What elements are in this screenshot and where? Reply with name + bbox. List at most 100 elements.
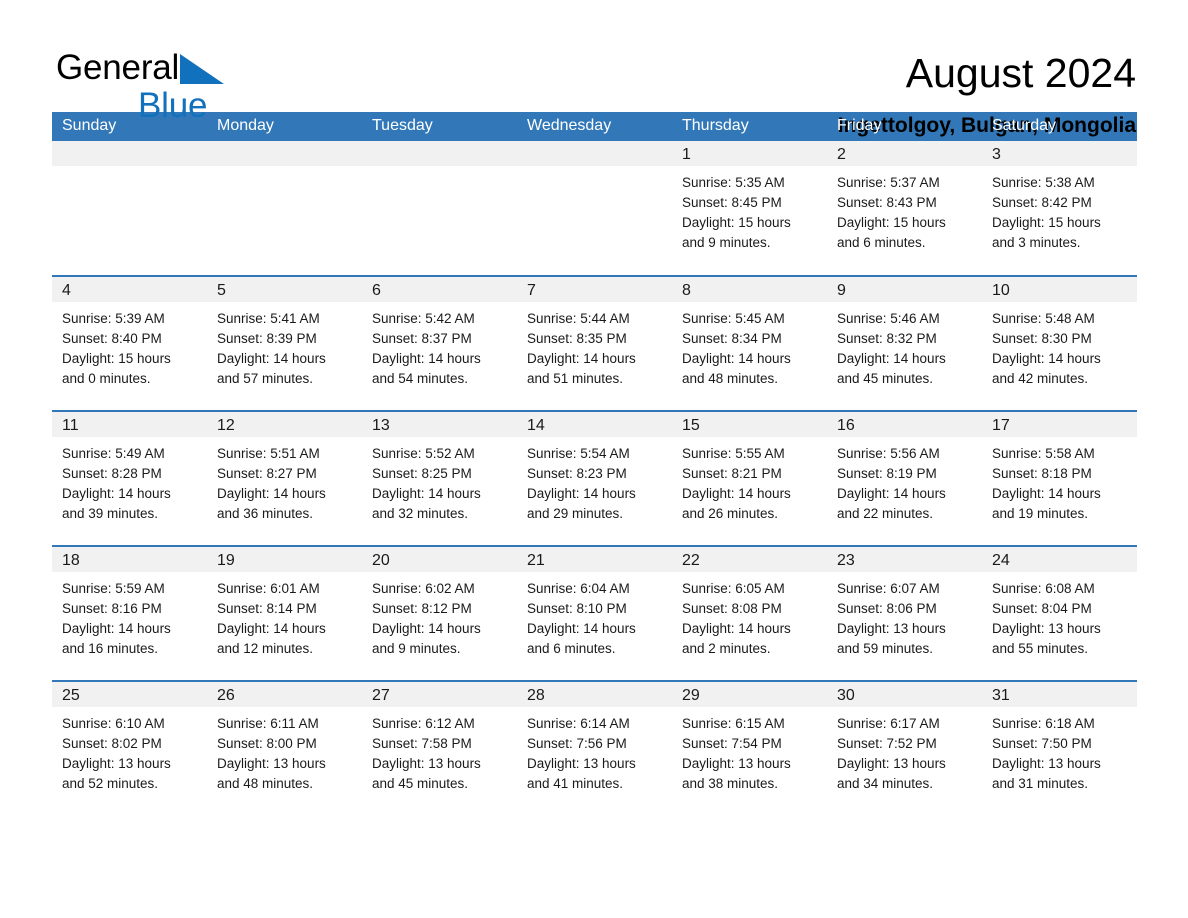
weekday-header-tuesday: Tuesday <box>362 112 517 141</box>
day-detail-line: Sunset: 7:50 PM <box>992 736 1092 751</box>
calendar-day-cell[interactable]: 17 Sunrise: 5:58 AM Sunset: 8:18 PM Dayligh… <box>982 410 1137 546</box>
title-block: August 2024 Ingettolgoy, Bulgan, Mongoli… <box>838 46 1136 140</box>
day-number: 28 <box>517 682 672 707</box>
day-number: 11 <box>52 412 207 437</box>
day-detail-line: Sunset: 8:40 PM <box>62 331 162 346</box>
calendar-day-cell[interactable]: 13 Sunrise: 5:52 AM Sunset: 8:25 PM Dayligh… <box>362 410 517 546</box>
day-details <box>517 166 672 173</box>
calendar-day-cell[interactable]: 20 Sunrise: 6:02 AM Sunset: 8:12 PM Dayligh… <box>362 545 517 681</box>
calendar-week-row: 4 Sunrise: 5:39 AM Sunset: 8:40 PM Daylight… <box>52 275 1137 411</box>
day-details: Sunrise: 5:42 AM Sunset: 8:37 PM Daylight:… <box>362 302 517 389</box>
day-detail-line: Sunset: 8:45 PM <box>682 195 782 210</box>
calendar-day-cell[interactable]: 1 Sunrise: 5:35 AM Sunset: 8:45 PM Daylight… <box>672 141 827 276</box>
calendar-day-cell <box>517 141 672 276</box>
day-detail-line: Sunrise: 5:55 AM <box>682 446 785 461</box>
day-detail-line: Sunrise: 6:10 AM <box>62 716 165 731</box>
calendar-day-cell[interactable]: 4 Sunrise: 5:39 AM Sunset: 8:40 PM Daylight… <box>52 275 207 411</box>
day-cell-inner: 2 Sunrise: 5:37 AM Sunset: 8:43 PM Daylight… <box>827 141 982 274</box>
day-cell-inner: 13 Sunrise: 5:52 AM Sunset: 8:25 PM Dayligh… <box>362 412 517 545</box>
day-number: 17 <box>982 412 1137 437</box>
day-detail-line: and 34 minutes. <box>837 776 934 791</box>
calendar-day-cell[interactable]: 19 Sunrise: 6:01 AM Sunset: 8:14 PM Dayligh… <box>207 545 362 681</box>
day-detail-line: Sunrise: 6:08 AM <box>992 581 1095 596</box>
calendar-day-cell[interactable]: 16 Sunrise: 5:56 AM Sunset: 8:19 PM Dayligh… <box>827 410 982 546</box>
weekday-header-wednesday: Wednesday <box>517 112 672 141</box>
day-cell-inner: 3 Sunrise: 5:38 AM Sunset: 8:42 PM Daylight… <box>982 141 1137 274</box>
day-number: 9 <box>827 277 982 302</box>
day-detail-line: Daylight: 13 hours <box>527 756 636 771</box>
day-number: 10 <box>982 277 1137 302</box>
day-cell-inner: 4 Sunrise: 5:39 AM Sunset: 8:40 PM Daylight… <box>52 277 207 410</box>
day-detail-line: Sunrise: 5:46 AM <box>837 311 940 326</box>
calendar-day-cell[interactable]: 30 Sunrise: 6:17 AM Sunset: 7:52 PM Dayligh… <box>827 680 982 816</box>
calendar-day-cell[interactable]: 6 Sunrise: 5:42 AM Sunset: 8:37 PM Daylight… <box>362 275 517 411</box>
day-detail-line: and 45 minutes. <box>372 776 469 791</box>
calendar-day-cell[interactable]: 10 Sunrise: 5:48 AM Sunset: 8:30 PM Dayligh… <box>982 275 1137 411</box>
calendar-day-cell[interactable]: 12 Sunrise: 5:51 AM Sunset: 8:27 PM Dayligh… <box>207 410 362 546</box>
calendar-day-cell[interactable]: 7 Sunrise: 5:44 AM Sunset: 8:35 PM Daylight… <box>517 275 672 411</box>
calendar-day-cell[interactable]: 15 Sunrise: 5:55 AM Sunset: 8:21 PM Dayligh… <box>672 410 827 546</box>
calendar-day-cell[interactable]: 22 Sunrise: 6:05 AM Sunset: 8:08 PM Dayligh… <box>672 545 827 681</box>
day-detail-line: Daylight: 13 hours <box>837 621 946 636</box>
day-detail-line: Sunrise: 6:07 AM <box>837 581 940 596</box>
calendar-day-cell[interactable]: 25 Sunrise: 6:10 AM Sunset: 8:02 PM Dayligh… <box>52 680 207 816</box>
calendar-day-cell[interactable]: 8 Sunrise: 5:45 AM Sunset: 8:34 PM Daylight… <box>672 275 827 411</box>
day-detail-line: Sunset: 8:21 PM <box>682 466 782 481</box>
day-detail-line: Daylight: 15 hours <box>992 215 1101 230</box>
calendar-day-cell[interactable]: 24 Sunrise: 6:08 AM Sunset: 8:04 PM Dayligh… <box>982 545 1137 681</box>
day-detail-line: Sunset: 8:06 PM <box>837 601 937 616</box>
calendar-day-cell[interactable]: 27 Sunrise: 6:12 AM Sunset: 7:58 PM Dayligh… <box>362 680 517 816</box>
day-detail-line: and 31 minutes. <box>992 776 1089 791</box>
day-number: 15 <box>672 412 827 437</box>
calendar-day-cell[interactable]: 5 Sunrise: 5:41 AM Sunset: 8:39 PM Daylight… <box>207 275 362 411</box>
day-detail-line: Sunrise: 6:01 AM <box>217 581 320 596</box>
calendar-day-cell[interactable]: 14 Sunrise: 5:54 AM Sunset: 8:23 PM Dayligh… <box>517 410 672 546</box>
day-details: Sunrise: 6:07 AM Sunset: 8:06 PM Daylight:… <box>827 572 982 659</box>
day-cell-inner: 11 Sunrise: 5:49 AM Sunset: 8:28 PM Dayligh… <box>52 412 207 545</box>
calendar-day-cell[interactable]: 28 Sunrise: 6:14 AM Sunset: 7:56 PM Dayligh… <box>517 680 672 816</box>
day-detail-line: Daylight: 14 hours <box>217 351 326 366</box>
day-detail-line: Sunrise: 5:35 AM <box>682 175 785 190</box>
day-details: Sunrise: 5:46 AM Sunset: 8:32 PM Daylight:… <box>827 302 982 389</box>
calendar-day-cell[interactable]: 21 Sunrise: 6:04 AM Sunset: 8:10 PM Dayligh… <box>517 545 672 681</box>
day-detail-line: Sunset: 8:28 PM <box>62 466 162 481</box>
day-cell-inner: 8 Sunrise: 5:45 AM Sunset: 8:34 PM Daylight… <box>672 277 827 410</box>
day-detail-line: and 45 minutes. <box>837 371 934 386</box>
calendar-day-cell[interactable]: 29 Sunrise: 6:15 AM Sunset: 7:54 PM Dayligh… <box>672 680 827 816</box>
day-detail-line: Sunset: 8:23 PM <box>527 466 627 481</box>
day-cell-inner: 24 Sunrise: 6:08 AM Sunset: 8:04 PM Dayligh… <box>982 547 1137 680</box>
calendar-table: Sunday Monday Tuesday Wednesday Thursday… <box>52 112 1137 816</box>
day-detail-line: Sunset: 8:04 PM <box>992 601 1092 616</box>
day-detail-line: Sunrise: 5:49 AM <box>62 446 165 461</box>
day-detail-line: and 36 minutes. <box>217 506 314 521</box>
day-detail-line: and 22 minutes. <box>837 506 934 521</box>
brand-logo[interactable]: General Blue <box>56 46 356 126</box>
day-detail-line: Daylight: 14 hours <box>217 486 326 501</box>
calendar-day-cell[interactable]: 26 Sunrise: 6:11 AM Sunset: 8:00 PM Dayligh… <box>207 680 362 816</box>
day-detail-line: Sunrise: 6:02 AM <box>372 581 475 596</box>
day-details: Sunrise: 6:04 AM Sunset: 8:10 PM Daylight:… <box>517 572 672 659</box>
day-cell-inner: 21 Sunrise: 6:04 AM Sunset: 8:10 PM Dayligh… <box>517 547 672 680</box>
day-details: Sunrise: 5:35 AM Sunset: 8:45 PM Daylight:… <box>672 166 827 253</box>
day-number: 23 <box>827 547 982 572</box>
calendar-day-cell[interactable]: 31 Sunrise: 6:18 AM Sunset: 7:50 PM Dayligh… <box>982 680 1137 816</box>
day-number: 27 <box>362 682 517 707</box>
day-detail-line: Sunset: 8:39 PM <box>217 331 317 346</box>
calendar-day-cell[interactable]: 18 Sunrise: 5:59 AM Sunset: 8:16 PM Dayligh… <box>52 545 207 681</box>
day-detail-line: Sunset: 8:00 PM <box>217 736 317 751</box>
day-details: Sunrise: 5:37 AM Sunset: 8:43 PM Daylight:… <box>827 166 982 253</box>
day-detail-line: Daylight: 13 hours <box>992 621 1101 636</box>
day-detail-line: Sunset: 8:42 PM <box>992 195 1092 210</box>
calendar-day-cell[interactable]: 9 Sunrise: 5:46 AM Sunset: 8:32 PM Daylight… <box>827 275 982 411</box>
day-number: 13 <box>362 412 517 437</box>
day-number: 3 <box>982 141 1137 166</box>
day-detail-line: Sunset: 8:34 PM <box>682 331 782 346</box>
day-detail-line: Sunrise: 5:48 AM <box>992 311 1095 326</box>
day-cell-inner: 1 Sunrise: 5:35 AM Sunset: 8:45 PM Daylight… <box>672 141 827 274</box>
calendar-day-cell[interactable]: 3 Sunrise: 5:38 AM Sunset: 8:42 PM Daylight… <box>982 141 1137 276</box>
calendar-day-cell[interactable]: 11 Sunrise: 5:49 AM Sunset: 8:28 PM Dayligh… <box>52 410 207 546</box>
day-details: Sunrise: 6:12 AM Sunset: 7:58 PM Daylight:… <box>362 707 517 794</box>
calendar-day-cell[interactable]: 2 Sunrise: 5:37 AM Sunset: 8:43 PM Daylight… <box>827 141 982 276</box>
calendar-day-cell[interactable]: 23 Sunrise: 6:07 AM Sunset: 8:06 PM Dayligh… <box>827 545 982 681</box>
day-detail-line: and 41 minutes. <box>527 776 624 791</box>
